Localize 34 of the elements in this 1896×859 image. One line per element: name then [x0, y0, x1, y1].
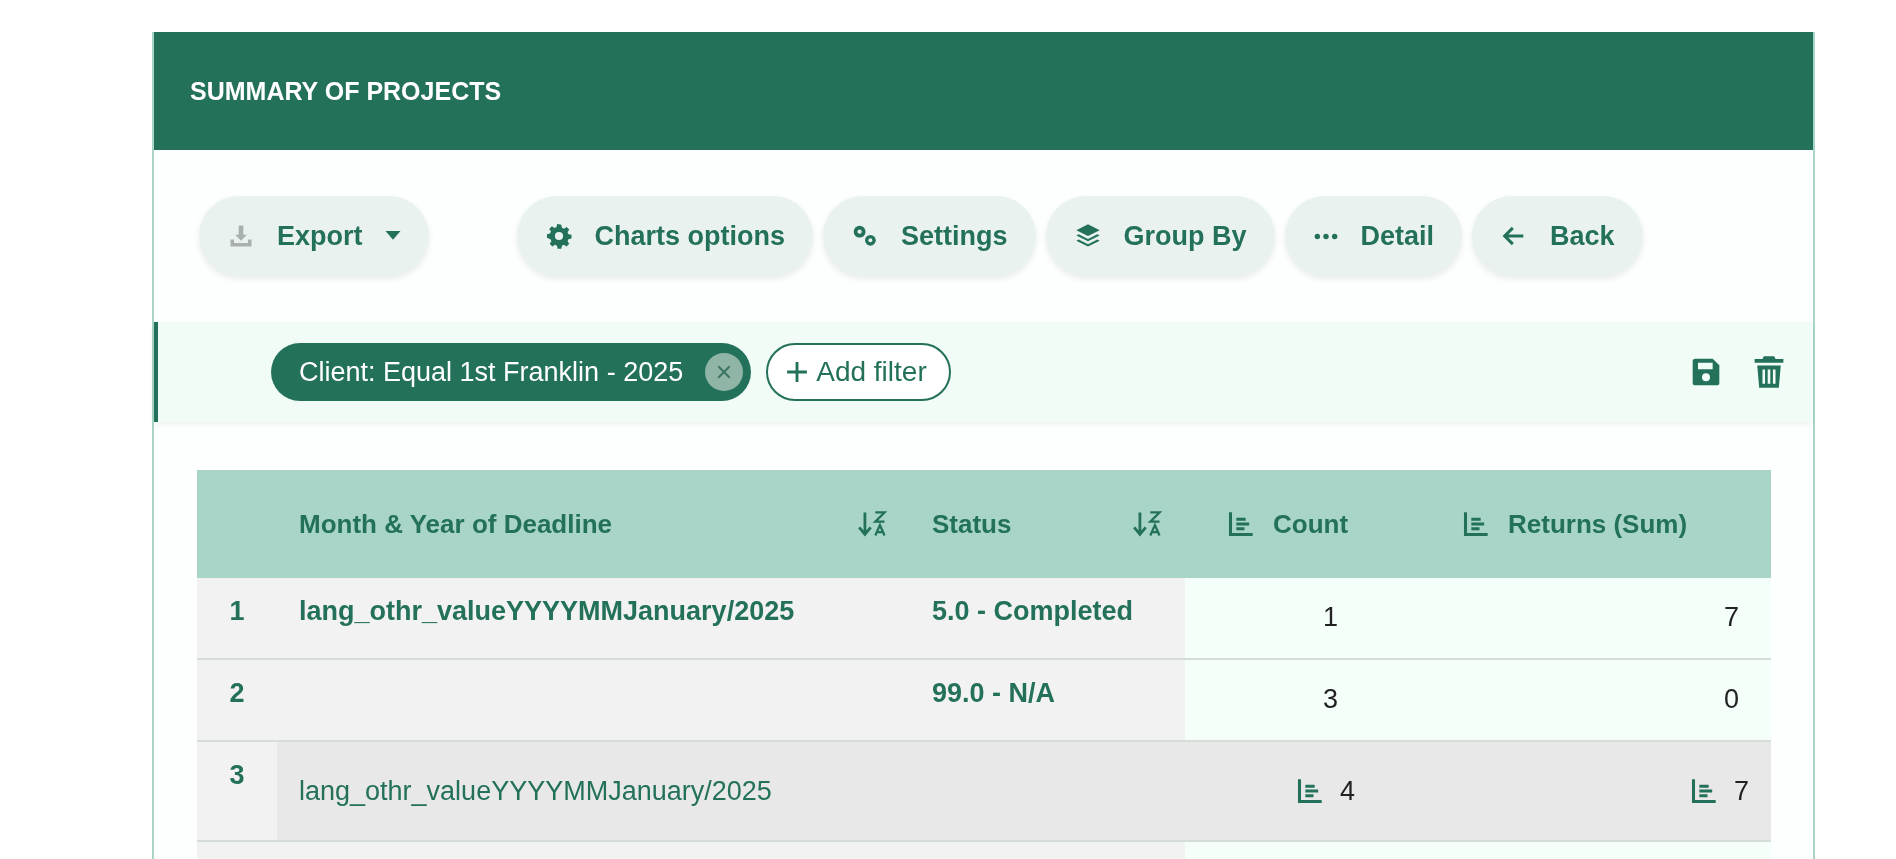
bar-chart-icon — [1295, 777, 1324, 805]
sort-icon[interactable] — [858, 510, 888, 538]
table-cell: 99.0 - N/A — [910, 660, 1185, 740]
trash-icon[interactable] — [1753, 355, 1785, 389]
add-filter-button[interactable]: Add filter — [766, 343, 951, 401]
sort-icon[interactable] — [1133, 510, 1163, 538]
table-cell: 7 — [1420, 578, 1771, 658]
toolbar-button[interactable]: Detail — [1284, 196, 1463, 276]
table-cell: 1 — [1185, 578, 1420, 658]
table-cell: 3 — [1185, 660, 1420, 740]
table-cell: 4 — [1185, 742, 1420, 840]
table-cell: 5.0 - Completed — [910, 578, 1185, 658]
plus-icon — [786, 361, 809, 383]
close-icon[interactable] — [705, 353, 744, 391]
row-number: 2 — [197, 660, 277, 740]
toolbar-button[interactable]: Settings — [823, 196, 1036, 276]
row-number: 1 — [197, 578, 277, 658]
toolbar-button[interactable]: Export — [199, 196, 429, 276]
row-number: 3 — [197, 742, 277, 840]
bar-chart-icon — [1227, 510, 1255, 538]
table-cell: lang_othr_valueYYYYMMJanuary/2025 — [277, 742, 910, 840]
ellipsis-icon — [1312, 231, 1339, 241]
toolbar-button[interactable]: Group By — [1045, 196, 1275, 276]
filter-chip[interactable]: Client: Equal 1st Franklin - 2025 — [271, 343, 752, 401]
toolbar-button[interactable]: Charts options — [516, 196, 814, 276]
caret-icon — [384, 231, 401, 241]
table-cell: 7 — [1420, 742, 1771, 840]
bar-chart-icon — [1462, 510, 1490, 538]
gear-icon — [544, 222, 573, 250]
table-cell: lang_othr_valueYYYYMMJanuary/2025 — [277, 578, 910, 658]
table-cell: 0 — [1420, 660, 1771, 740]
toolbar-button[interactable]: Back — [1472, 196, 1643, 276]
report-title: SUMMARY OF PROJECTS — [190, 76, 502, 106]
bar-chart-icon — [1689, 777, 1718, 805]
